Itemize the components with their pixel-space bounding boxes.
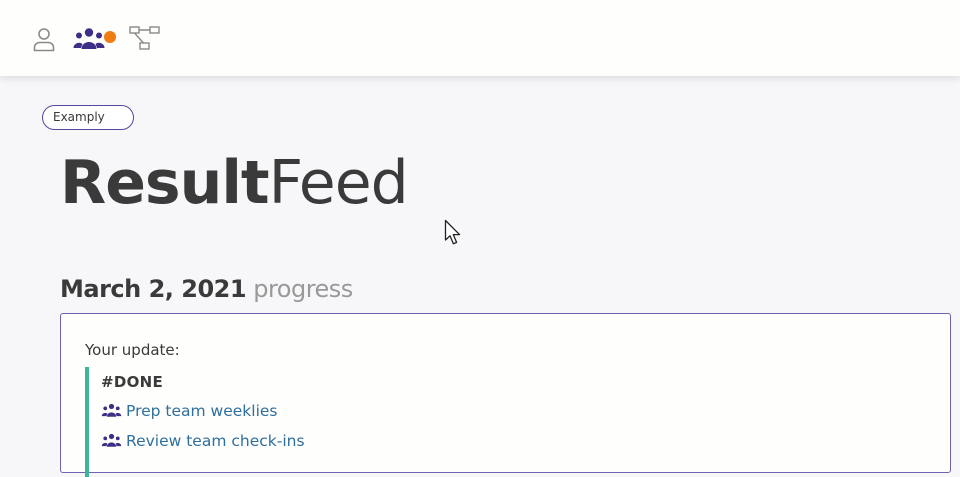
mouse-cursor-icon [444, 219, 464, 251]
user-icon[interactable] [30, 26, 60, 52]
task-link[interactable]: Review team check-ins [101, 432, 305, 452]
page-title-light: Feed [268, 148, 409, 218]
update-label: Your update: [85, 341, 180, 359]
notification-dot [104, 31, 116, 43]
team-icon[interactable] [73, 26, 107, 52]
section-heading: March 2, 2021 progress [60, 274, 353, 304]
page-title: ResultFeed [60, 148, 409, 218]
update-accent-bar [85, 367, 89, 477]
team-icon [101, 433, 122, 452]
workspace-pill[interactable]: Examply [42, 105, 134, 130]
section-date: March 2, 2021 [60, 275, 247, 303]
top-navigation-bar [0, 0, 960, 76]
page-title-bold: Result [60, 148, 270, 218]
update-card: Your update: #DONE Prep team weeklies Re… [60, 313, 951, 477]
task-link[interactable]: Prep team weeklies [101, 402, 278, 422]
team-icon [101, 403, 122, 422]
section-suffix: progress [253, 275, 353, 303]
task-link-text[interactable]: Prep team weeklies [126, 402, 278, 420]
task-link-text[interactable]: Review team check-ins [126, 432, 305, 450]
done-tag: #DONE [101, 373, 164, 391]
hierarchy-icon[interactable] [129, 26, 160, 52]
